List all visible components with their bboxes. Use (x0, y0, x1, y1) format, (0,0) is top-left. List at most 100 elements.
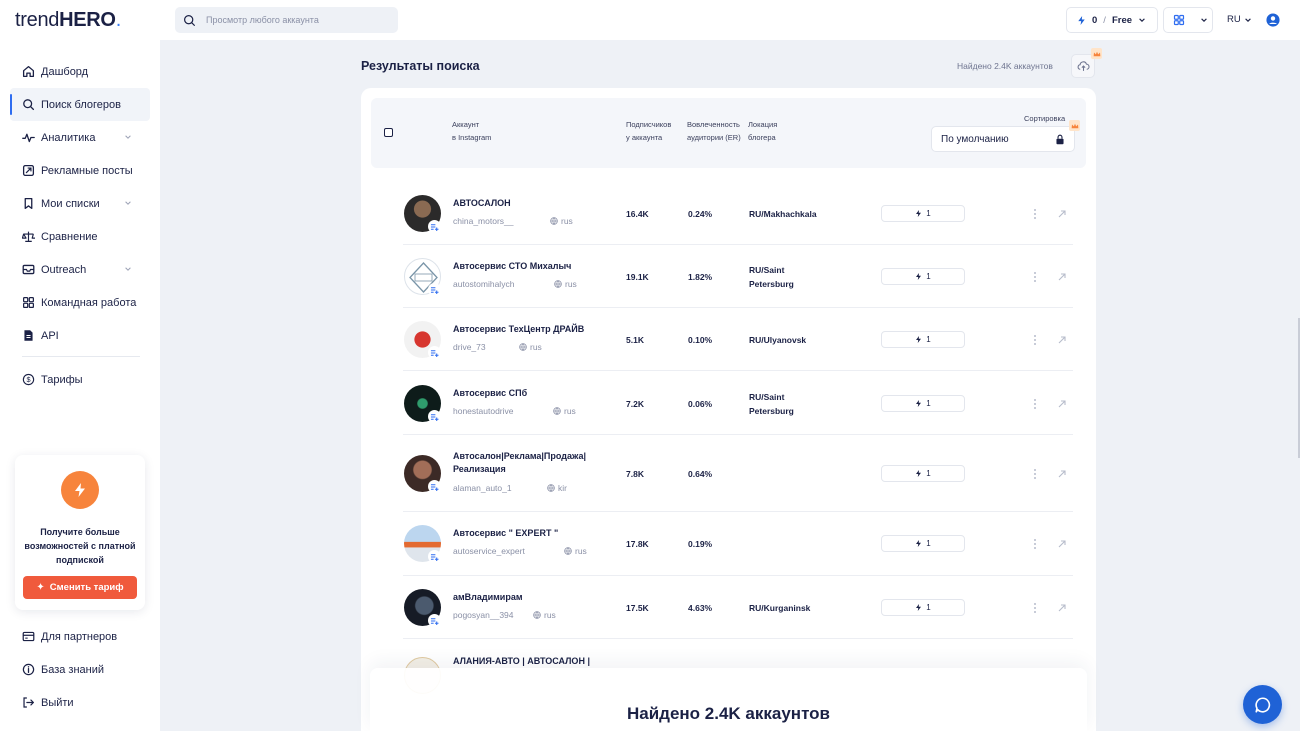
account-name[interactable]: АЛАНИЯ-АВТО | АВТОСАЛОН | (453, 655, 590, 668)
sidebar-item-tariffs[interactable]: $ Тарифы (10, 363, 150, 396)
sidebar-item-outreach[interactable]: Outreach (10, 253, 150, 286)
sidebar-item-analytics[interactable]: Аналитика (10, 121, 150, 154)
more-vertical-icon[interactable] (1033, 334, 1037, 346)
table-row[interactable]: амВладимирам pogosyan__394 rus 17.5K 4.6… (403, 576, 1073, 639)
unlock-report-button[interactable]: 1 (881, 331, 965, 348)
page-title: Результаты поиска (361, 59, 480, 73)
followers-count: 7.8K (626, 469, 644, 479)
outreach-icon (22, 264, 35, 275)
table-row[interactable]: АВТОСАЛОН china_motors__ rus 16.4K 0.24%… (403, 182, 1073, 245)
sidebar-item-dashboard[interactable]: Дашборд (10, 55, 150, 88)
user-avatar-icon[interactable] (1266, 13, 1280, 27)
dollar-icon: $ (22, 373, 35, 386)
blogger-location: RU/Saint Petersburg (749, 265, 794, 289)
add-to-list-icon[interactable] (428, 283, 441, 296)
open-external-icon[interactable] (1057, 335, 1067, 345)
followers-count: 7.2K (626, 399, 644, 409)
account-name[interactable]: Автосервис СПб (453, 387, 527, 400)
add-to-list-icon[interactable] (428, 550, 441, 563)
document-icon (24, 330, 33, 341)
sidebar-item-label: Сравнение (41, 230, 98, 243)
engagement-rate: 0.19% (688, 539, 713, 549)
open-external-icon[interactable] (1057, 209, 1067, 219)
sidebar-item-knowledge-base[interactable]: База знаний (10, 653, 150, 686)
unlock-report-button[interactable]: 1 (881, 395, 965, 412)
bolt-icon (916, 540, 922, 547)
open-external-icon[interactable] (1057, 603, 1067, 613)
results-footer-banner: Найдено 2.4K аккаунтов (370, 668, 1087, 731)
change-plan-button[interactable]: ✦ Сменить тариф (23, 576, 137, 599)
engagement-rate: 0.06% (688, 399, 713, 409)
team-grid-icon (23, 297, 34, 308)
table-row[interactable]: Автосервис ТехЦентр ДРАЙВ drive_73 rus 5… (403, 308, 1073, 371)
unlock-report-button[interactable]: 1 (881, 599, 965, 616)
top-header: 0 / Free RU (160, 0, 1300, 40)
sidebar-item-blogger-search[interactable]: Поиск блогеров (10, 88, 150, 121)
more-vertical-icon[interactable] (1033, 468, 1037, 480)
select-all-checkbox[interactable] (384, 128, 393, 137)
open-external-icon[interactable] (1057, 399, 1067, 409)
unlock-report-button[interactable]: 1 (881, 535, 965, 552)
account-name[interactable]: Автосервис ТехЦентр ДРАЙВ (453, 323, 584, 336)
sidebar-item-label: API (41, 329, 59, 342)
add-to-list-icon[interactable] (428, 346, 441, 359)
sidebar-item-my-lists[interactable]: Мои списки (10, 187, 150, 220)
add-to-list-icon[interactable] (428, 480, 441, 493)
add-to-list-icon[interactable] (428, 220, 441, 233)
more-vertical-icon[interactable] (1033, 538, 1037, 550)
table-row[interactable]: Автосервис СТО Михалыч autostomihalych r… (403, 245, 1073, 308)
account-name[interactable]: Автосалон|Реклама|Продажа| Реализация (453, 450, 586, 476)
grid-icon (1173, 14, 1185, 26)
chevron-down-icon (1201, 18, 1207, 22)
globe-icon (564, 547, 572, 555)
column-header-er[interactable]: Вовлеченность аудитории (ER) (687, 118, 741, 144)
plan-credits-dropdown[interactable]: 0 / Free (1066, 7, 1158, 33)
unlock-report-button[interactable]: 1 (881, 465, 965, 482)
account-username: china_motors__ (453, 216, 514, 226)
more-vertical-icon[interactable] (1033, 602, 1037, 614)
sidebar-item-logout[interactable]: Выйти (10, 686, 150, 719)
account-name[interactable]: Автосервис " EXPERT " (453, 527, 558, 540)
add-to-list-icon[interactable] (428, 614, 441, 627)
logout-icon (23, 697, 34, 708)
sidebar-item-ad-posts[interactable]: Рекламные посты (10, 154, 150, 187)
language-selector[interactable]: RU (1227, 14, 1252, 25)
more-vertical-icon[interactable] (1033, 208, 1037, 220)
table-row[interactable]: Автосервис СПб honestautodrive rus 7.2K … (403, 371, 1073, 435)
more-vertical-icon[interactable] (1033, 271, 1037, 283)
sidebar-item-api[interactable]: API (10, 319, 150, 352)
account-name[interactable]: АВТОСАЛОН (453, 197, 511, 210)
account-language: rus (553, 406, 576, 416)
sidebar: trendHERO. Дашборд Поиск блогеров Аналит… (0, 0, 160, 731)
unlock-report-button[interactable]: 1 (881, 268, 965, 285)
search-input[interactable] (206, 15, 386, 25)
sparkle-icon: ✦ (36, 582, 45, 593)
app-logo[interactable]: trendHERO. (15, 9, 121, 32)
blogger-location: RU/Kurganinsk (749, 603, 811, 613)
sidebar-item-teamwork[interactable]: Командная работа (10, 286, 150, 319)
apps-switcher[interactable] (1163, 7, 1213, 33)
account-name[interactable]: амВладимирам (453, 591, 522, 604)
open-external-icon[interactable] (1057, 539, 1067, 549)
table-row[interactable]: Автосервис " EXPERT " autoservice_expert… (403, 512, 1073, 576)
sort-select[interactable]: По умолчанию (931, 126, 1075, 152)
sidebar-item-label: Командная работа (41, 296, 137, 309)
info-icon (22, 663, 35, 676)
open-external-icon[interactable] (1057, 272, 1067, 282)
more-vertical-icon[interactable] (1033, 398, 1037, 410)
chevron-down-icon (1139, 18, 1145, 22)
account-language: rus (550, 216, 573, 226)
support-chat-button[interactable] (1243, 685, 1282, 724)
account-name[interactable]: Автосервис СТО Михалыч (453, 260, 571, 273)
table-row[interactable]: Автосалон|Реклама|Продажа| Реализация ala… (403, 435, 1073, 512)
sidebar-item-label: Рекламные посты (41, 164, 133, 177)
column-header-followers[interactable]: Подписчиков у аккаунта (626, 118, 671, 144)
sidebar-item-comparison[interactable]: Сравнение (10, 220, 150, 253)
account-search[interactable] (175, 7, 398, 33)
open-external-icon[interactable] (1057, 469, 1067, 479)
lock-icon (1056, 134, 1064, 145)
scales-icon (22, 231, 35, 242)
sidebar-item-partners[interactable]: Для партнеров (10, 620, 150, 653)
add-to-list-icon[interactable] (428, 410, 441, 423)
unlock-report-button[interactable]: 1 (881, 205, 965, 222)
